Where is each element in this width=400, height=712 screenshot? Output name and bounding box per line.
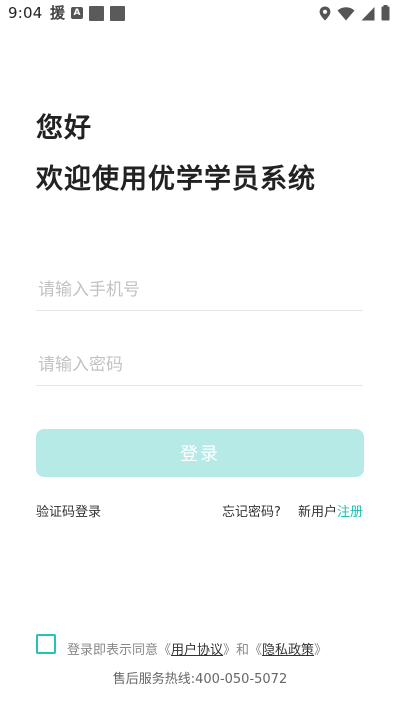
- wifi-icon: [337, 6, 355, 20]
- welcome-title: 欢迎使用优学学员系统: [36, 164, 316, 195]
- password-input[interactable]: [36, 345, 363, 385]
- agreement-prefix: 登录即表示同意《: [67, 643, 172, 658]
- keyboard-a-icon: A: [71, 7, 84, 19]
- notification-square-icon-2: [110, 5, 126, 21]
- battery-icon: [381, 5, 390, 21]
- notification-icons: 援 A: [50, 4, 126, 22]
- notification-square-icon: [89, 5, 105, 21]
- privacy-policy-link[interactable]: 隐私政策: [262, 643, 314, 658]
- new-user-label: 新用户: [298, 505, 338, 520]
- signal-icon: [361, 6, 375, 20]
- status-bar: 9:04 援 A: [0, 0, 400, 28]
- status-time: 9:04: [8, 4, 43, 22]
- phone-input[interactable]: [36, 270, 363, 310]
- agreement-middle: 》和《: [223, 643, 263, 658]
- phone-field-container: [36, 270, 363, 311]
- system-icons: [319, 5, 390, 21]
- greeting-title: 您好: [36, 113, 92, 144]
- password-field-container: [36, 345, 363, 386]
- app-notification-icon: 援: [50, 4, 66, 22]
- new-user-prompt: 新用户注册: [298, 501, 363, 520]
- register-link[interactable]: 注册: [337, 505, 363, 520]
- user-agreement-link[interactable]: 用户协议: [171, 643, 223, 658]
- sms-login-link[interactable]: 验证码登录: [36, 501, 101, 520]
- location-icon: [319, 6, 331, 20]
- login-button[interactable]: 登录: [36, 429, 364, 477]
- service-hotline: 售后服务热线:400-050-5072: [112, 672, 288, 687]
- agreement-suffix: 》: [314, 643, 328, 658]
- agreement-text: 登录即表示同意《用户协议》和《隐私政策》: [67, 639, 327, 658]
- forgot-password-link[interactable]: 忘记密码?: [222, 501, 281, 520]
- agreement-checkbox[interactable]: [36, 634, 56, 654]
